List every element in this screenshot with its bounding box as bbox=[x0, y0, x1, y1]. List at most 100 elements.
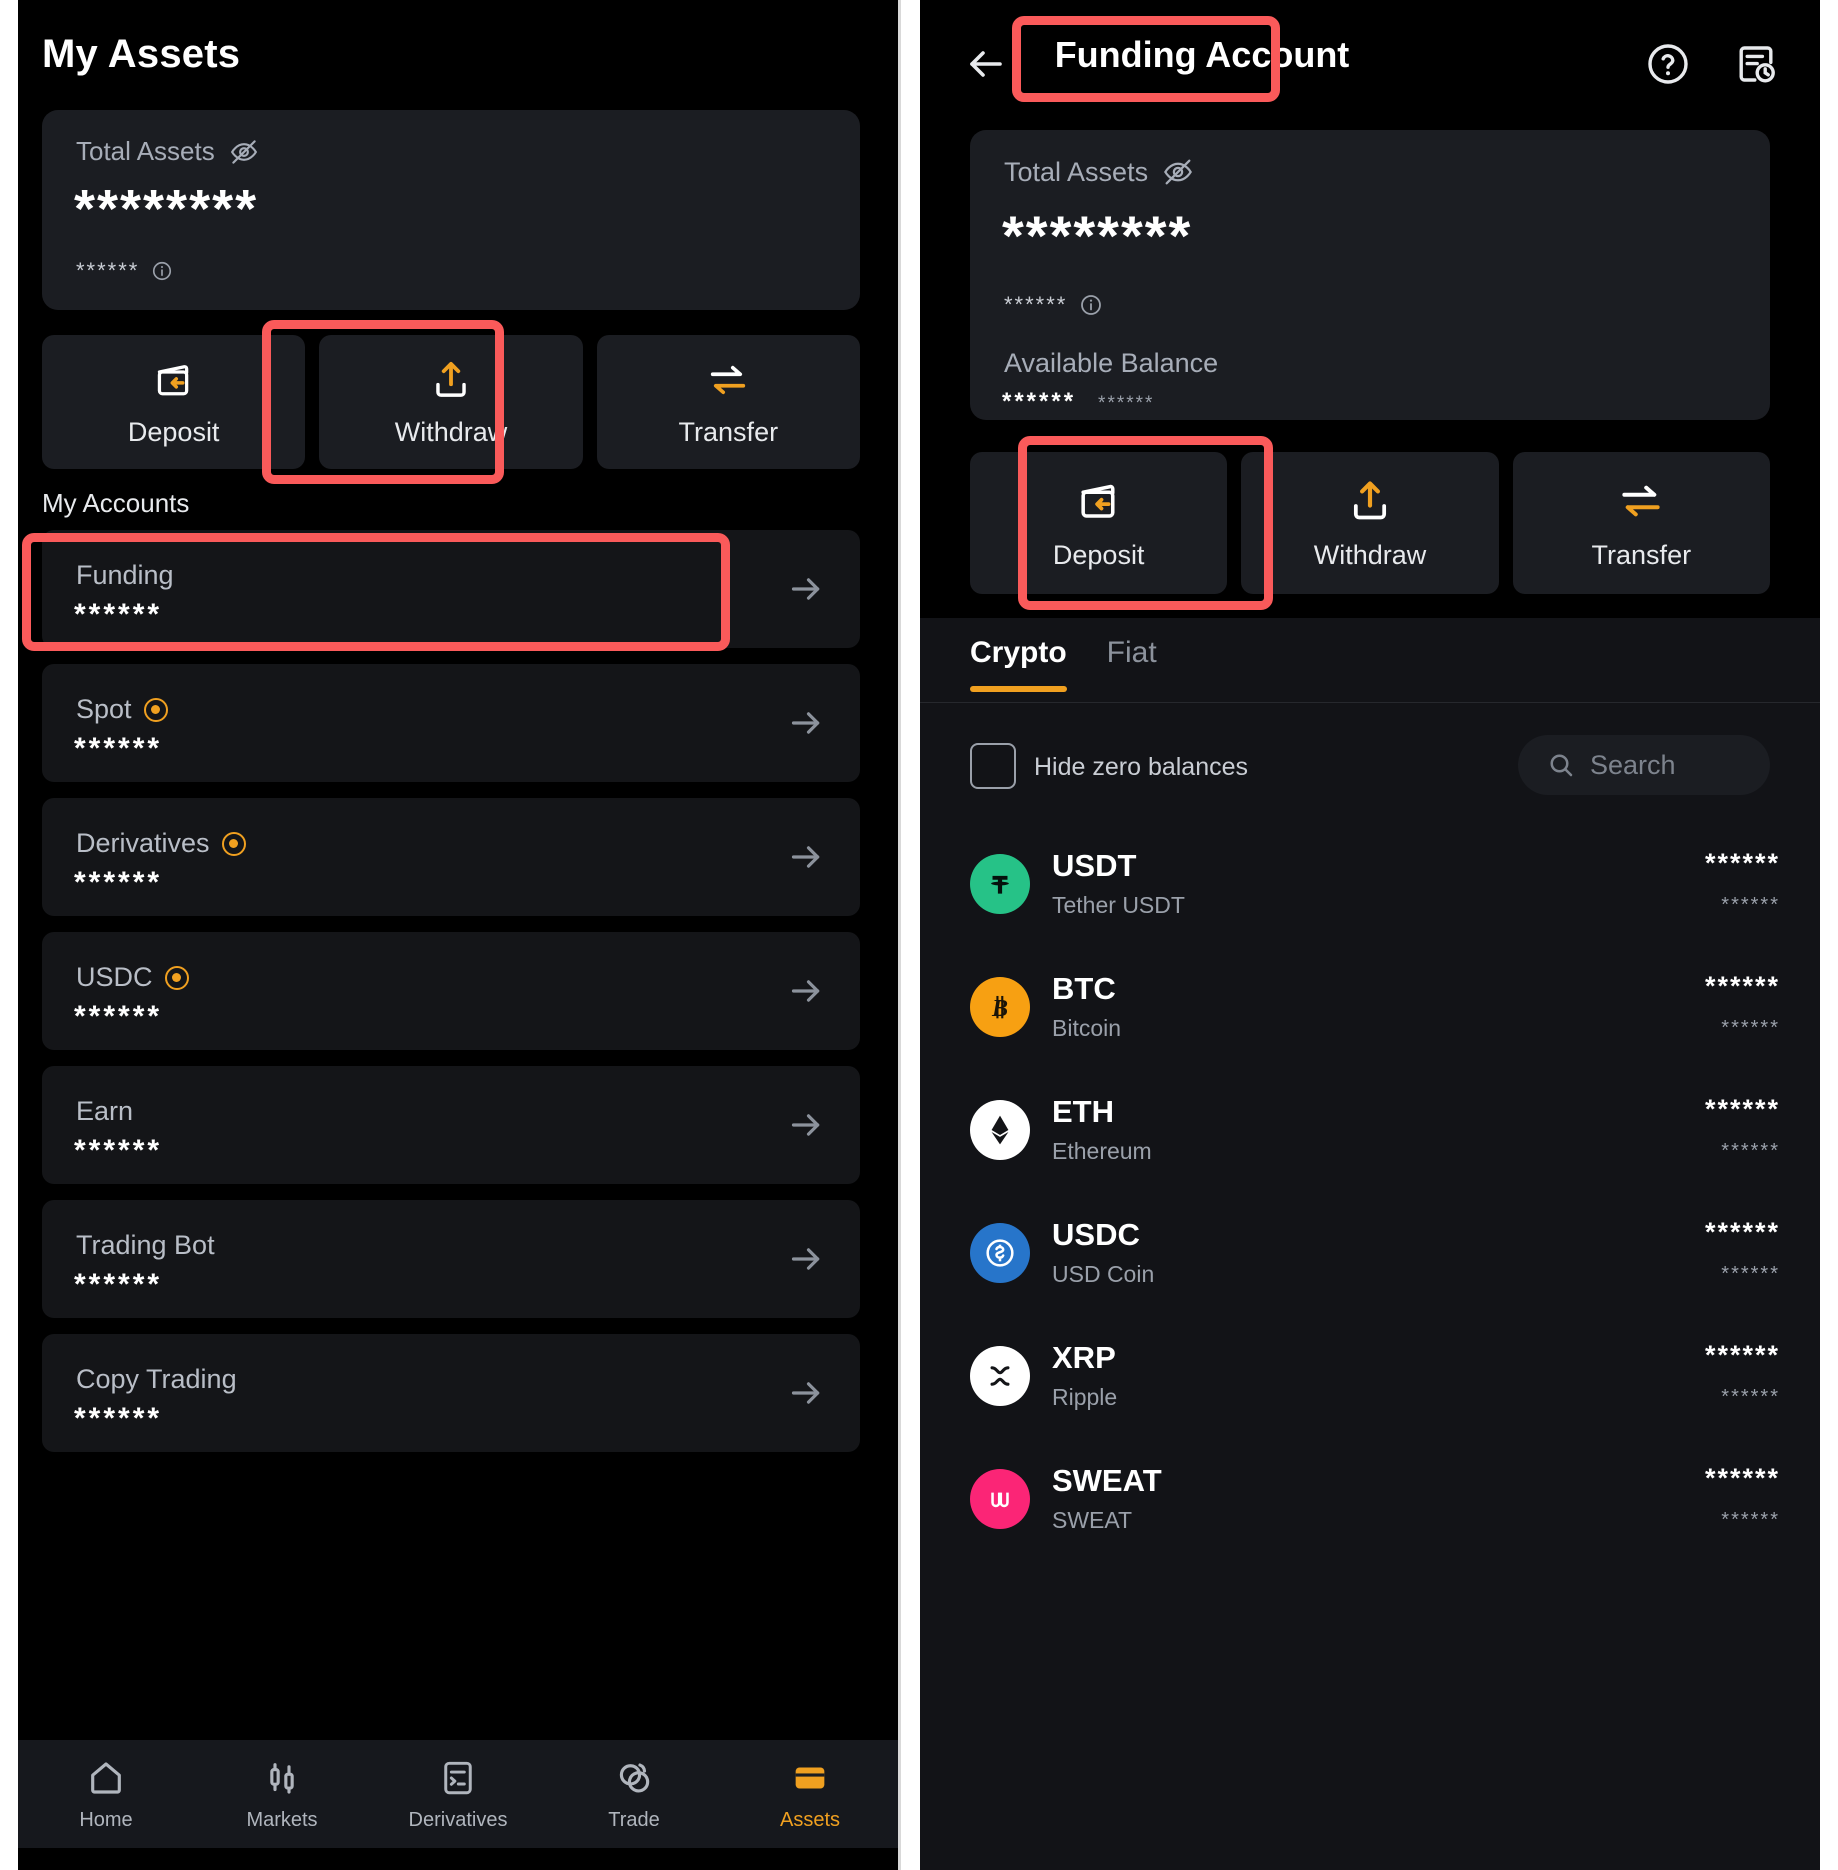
coin-row-usdc[interactable]: USDC USD Coin ****** ****** bbox=[920, 1199, 1820, 1322]
account-name: USDC bbox=[76, 962, 153, 992]
coin-row-xrp[interactable]: XRP Ripple ****** ****** bbox=[920, 1322, 1820, 1445]
account-row-trading-bot[interactable]: Trading Bot ****** bbox=[42, 1200, 860, 1318]
account-name: Derivatives bbox=[76, 828, 210, 858]
account-row-derivatives[interactable]: Derivatives ****** bbox=[42, 798, 860, 916]
page-title: My Assets bbox=[42, 32, 241, 76]
tab-fiat[interactable]: Fiat bbox=[1107, 636, 1157, 692]
withdraw-label: Withdraw bbox=[394, 416, 508, 447]
nav-item-home[interactable]: Home bbox=[18, 1757, 194, 1832]
transfer-button-right[interactable]: Transfer bbox=[1512, 452, 1770, 594]
total-assets-subvalue: ****** bbox=[76, 258, 140, 283]
coin-row-usdt[interactable]: USDT Tether USDT ****** ****** bbox=[920, 830, 1820, 953]
nav-item-trade[interactable]: Trade bbox=[546, 1757, 722, 1832]
accounts-list: Funding ****** Spot ****** Derivatives *… bbox=[42, 530, 860, 1468]
info-icon[interactable] bbox=[1079, 293, 1103, 317]
search-input[interactable]: Search bbox=[1518, 735, 1770, 795]
sweat-icon bbox=[970, 1469, 1030, 1529]
withdraw-button-right[interactable]: Withdraw bbox=[1241, 452, 1499, 594]
account-value: ****** bbox=[74, 598, 163, 631]
account-name: Earn bbox=[76, 1096, 134, 1126]
unified-account-badge-icon bbox=[164, 965, 189, 990]
account-name: Trading Bot bbox=[76, 1230, 215, 1260]
search-icon bbox=[1546, 750, 1576, 780]
total-assets-label-row: Total Assets bbox=[1004, 156, 1194, 188]
arrow-left-icon[interactable] bbox=[962, 40, 1010, 88]
tab-crypto[interactable]: Crypto bbox=[970, 636, 1067, 692]
screenshot-root: My Assets Total Assets ******** ****** D… bbox=[0, 0, 1838, 1870]
coin-symbol: ETH bbox=[1052, 1094, 1114, 1129]
account-name: Spot bbox=[76, 694, 132, 724]
withdraw-button-left[interactable]: Withdraw bbox=[319, 335, 583, 469]
order-history-icon[interactable] bbox=[1732, 40, 1780, 88]
coin-fiat-value: ****** bbox=[1721, 1509, 1780, 1531]
nav-label: Home bbox=[79, 1808, 133, 1831]
account-row-usdc[interactable]: USDC ****** bbox=[42, 932, 860, 1050]
coin-amount: ****** bbox=[1704, 1463, 1780, 1493]
btc-icon: B bbox=[970, 977, 1030, 1037]
wallet-icon bbox=[789, 1757, 831, 1799]
coin-name: Bitcoin bbox=[1052, 1015, 1122, 1041]
funding-header: Funding Account bbox=[920, 18, 1820, 110]
coin-amount: ****** bbox=[1704, 971, 1780, 1001]
total-assets-amount: ******** bbox=[1002, 204, 1193, 267]
eye-off-icon[interactable] bbox=[229, 137, 259, 167]
available-balance-value-row: ****** ****** bbox=[1002, 388, 1154, 416]
account-row-spot[interactable]: Spot ****** bbox=[42, 664, 860, 782]
deposit-label: Deposit bbox=[1052, 539, 1145, 570]
coin-amount: ****** bbox=[1704, 1340, 1780, 1370]
nav-item-assets[interactable]: Assets bbox=[722, 1757, 898, 1832]
coin-symbol: XRP bbox=[1052, 1340, 1116, 1375]
withdraw-label: Withdraw bbox=[1313, 539, 1427, 570]
deposit-button[interactable]: Deposit bbox=[42, 335, 306, 469]
total-assets-amount: ******** bbox=[74, 179, 259, 239]
coin-symbol: SWEAT bbox=[1052, 1463, 1162, 1498]
account-value: ****** bbox=[74, 1402, 163, 1435]
coin-symbol: BTC bbox=[1052, 971, 1116, 1006]
withdraw-icon bbox=[1345, 476, 1395, 526]
total-assets-label-row: Total Assets bbox=[76, 136, 259, 167]
list-filter-bar: Hide zero balances Search bbox=[970, 735, 1770, 805]
account-row-copy-trading[interactable]: Copy Trading ****** bbox=[42, 1334, 860, 1452]
deposit-button-right[interactable]: Deposit bbox=[970, 452, 1228, 594]
coin-amount: ****** bbox=[1704, 1217, 1780, 1247]
available-balance-label: Available Balance bbox=[1004, 348, 1219, 378]
eye-off-icon[interactable] bbox=[1162, 156, 1194, 188]
account-name-row: Trading Bot bbox=[76, 1230, 215, 1261]
coin-name: USD Coin bbox=[1052, 1261, 1155, 1287]
total-assets-subvalue-row: ****** bbox=[76, 258, 173, 284]
info-icon[interactable] bbox=[151, 260, 173, 282]
available-balance-fiat: ****** bbox=[1098, 393, 1155, 414]
candlestick-icon bbox=[261, 1757, 303, 1799]
funding-total-assets-card: Total Assets ******** ****** Available B… bbox=[970, 130, 1770, 420]
eth-icon bbox=[970, 1100, 1030, 1160]
account-value: ****** bbox=[74, 1268, 163, 1301]
left-screen-my-assets: My Assets Total Assets ******** ****** D… bbox=[18, 0, 901, 1870]
nav-item-markets[interactable]: Markets bbox=[194, 1757, 370, 1832]
usdt-icon bbox=[970, 854, 1030, 914]
total-assets-label: Total Assets bbox=[76, 136, 215, 166]
funding-account-title: Funding Account bbox=[1054, 34, 1350, 75]
nav-item-derivatives[interactable]: Derivatives bbox=[370, 1757, 546, 1832]
coin-row-eth[interactable]: ETH Ethereum ****** ****** bbox=[920, 1076, 1820, 1199]
asset-type-tabs: Crypto Fiat bbox=[970, 636, 1157, 692]
hide-zero-balances-checkbox[interactable] bbox=[970, 743, 1016, 789]
transfer-button[interactable]: Transfer bbox=[596, 335, 860, 469]
account-value: ****** bbox=[74, 732, 163, 765]
hide-zero-balances-label: Hide zero balances bbox=[1034, 753, 1249, 781]
coin-fiat-value: ****** bbox=[1721, 1263, 1780, 1285]
arrow-right-icon bbox=[786, 569, 826, 609]
coin-row-btc[interactable]: B BTC Bitcoin ****** ****** bbox=[920, 953, 1820, 1076]
account-row-earn[interactable]: Earn ****** bbox=[42, 1066, 860, 1184]
account-name-row: Funding bbox=[76, 560, 174, 591]
usdc-icon bbox=[970, 1223, 1030, 1283]
transfer-icon bbox=[705, 357, 751, 403]
coin-amount: ****** bbox=[1704, 1094, 1780, 1124]
coin-amount: ****** bbox=[1704, 848, 1780, 878]
account-row-funding[interactable]: Funding ****** bbox=[42, 530, 860, 648]
arrow-right-icon bbox=[786, 1105, 826, 1145]
xrp-icon bbox=[970, 1346, 1030, 1406]
coin-row-sweat[interactable]: SWEAT SWEAT ****** ****** bbox=[920, 1445, 1820, 1568]
question-circle-icon[interactable] bbox=[1644, 40, 1692, 88]
home-icon bbox=[85, 1757, 127, 1799]
coin-name: Ripple bbox=[1052, 1384, 1118, 1410]
